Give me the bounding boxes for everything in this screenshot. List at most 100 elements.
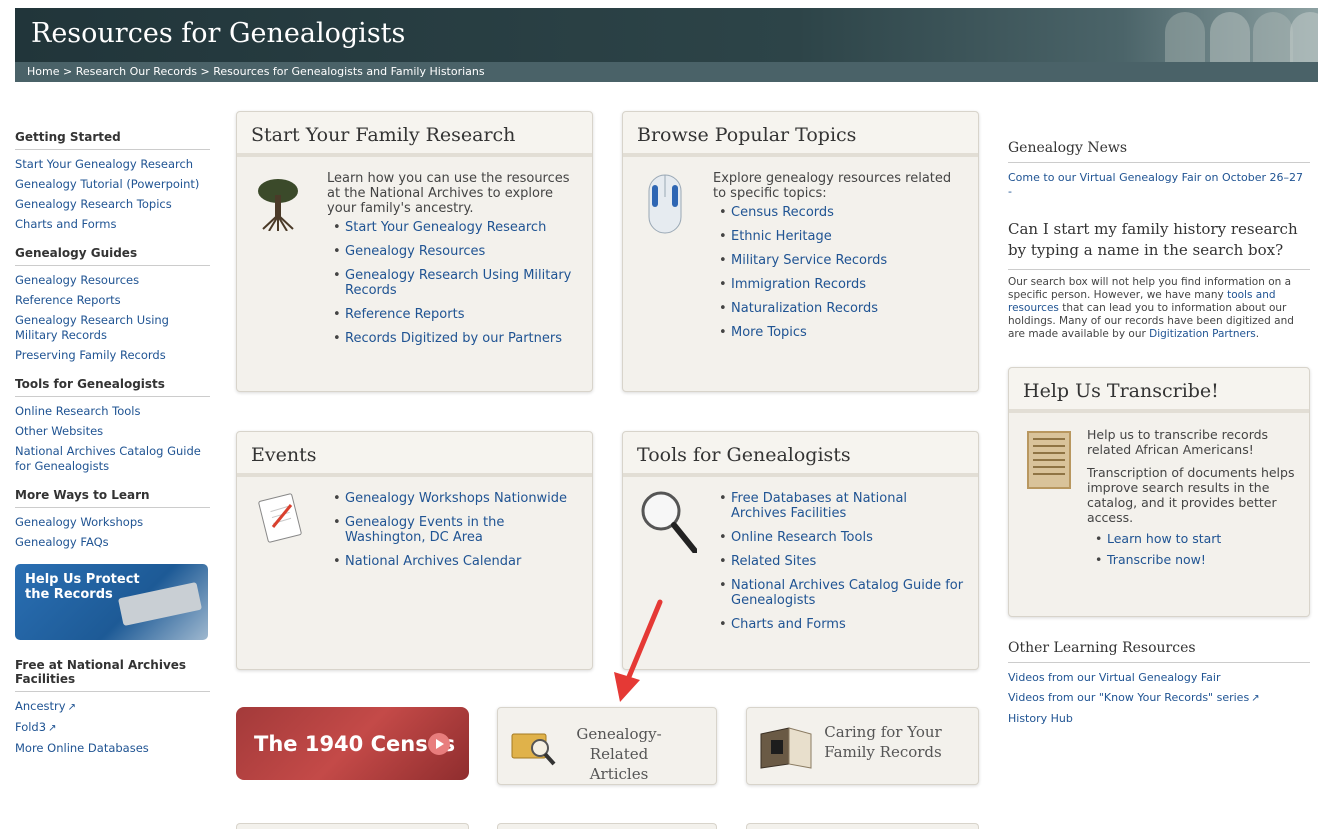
document-icon — [1027, 431, 1071, 489]
nav-link[interactable]: Genealogy Workshops — [15, 515, 210, 530]
box-list: Genealogy Workshops Nationwide Genealogy… — [331, 491, 578, 569]
list-link[interactable]: Charts and Forms — [717, 617, 964, 632]
nav-group-getting-started: Getting Started Start Your Genealogy Res… — [15, 130, 210, 232]
box-body: Explore genealogy resources related to s… — [623, 157, 978, 363]
nav-group-tools: Tools for Genealogists Online Research T… — [15, 377, 210, 474]
box-list: Census Records Ethnic Heritage Military … — [717, 205, 964, 340]
nav-link[interactable]: Reference Reports — [15, 293, 210, 308]
search-answer: Our search box will not help you find in… — [1008, 276, 1310, 341]
nav-link[interactable]: Genealogy Resources — [15, 273, 210, 288]
nav-link-ancestry[interactable]: Ancestry ↗ — [15, 699, 210, 715]
list-link[interactable]: Naturalization Records — [717, 301, 964, 316]
list-link[interactable]: More Topics — [717, 325, 964, 340]
list-link[interactable]: Military Service Records — [717, 253, 964, 268]
breadcrumb-bar: Home > Research Our Records > Resources … — [15, 62, 1318, 82]
list-link[interactable]: Online Research Tools — [717, 530, 964, 545]
magnifier-icon — [641, 491, 697, 553]
list-link[interactable]: Related Sites — [717, 554, 964, 569]
external-link-icon: ↗ — [67, 702, 76, 713]
genealogy-articles-tile[interactable]: Genealogy-Related Articles — [497, 707, 717, 785]
list-link[interactable]: Start Your Genealogy Research — [331, 220, 578, 235]
box-title: Browse Popular Topics — [623, 112, 978, 157]
caring-records-tile[interactable]: Caring for Your Family Records — [746, 707, 979, 785]
book-icon — [760, 727, 812, 769]
protect-records-banner[interactable]: Help Us Protect the Records — [15, 564, 208, 640]
nav-link[interactable]: Charts and Forms — [15, 217, 210, 232]
breadcrumb[interactable]: Home > Research Our Records > Resources … — [27, 65, 485, 78]
search-question: Can I start my family history research b… — [1008, 219, 1310, 270]
next-row-tile-edge — [497, 823, 717, 829]
notepad-icon — [258, 493, 302, 543]
list-link[interactable]: Free Databases at National Archives Faci… — [717, 491, 964, 521]
transcribe-box: Help Us Transcribe! Help us to transcrib… — [1008, 367, 1310, 617]
box-intro: Explore genealogy resources related to s… — [713, 171, 952, 201]
external-link-icon: ↗ — [1251, 693, 1260, 704]
next-row-tile-edge — [746, 823, 979, 829]
tile-label: Genealogy-Related Articles — [576, 725, 662, 783]
nav-group-free-at-archives: Free at National Archives Facilities Anc… — [15, 658, 210, 756]
events-box: Events Genealogy Workshops Nationwide Ge… — [236, 431, 593, 670]
list-link[interactable]: Reference Reports — [331, 307, 578, 322]
nav-link-fold3[interactable]: Fold3 ↗ — [15, 720, 210, 736]
nav-link[interactable]: Start Your Genealogy Research — [15, 157, 210, 172]
news-link[interactable]: Come to our Virtual Genealogy Fair on Oc… — [1008, 171, 1310, 199]
transcribe-text: Help us to transcribe records related Af… — [1087, 427, 1269, 457]
play-icon — [428, 733, 450, 755]
nav-link[interactable]: Other Websites — [15, 424, 210, 439]
transcribe-text: Transcription of documents helps improve… — [1087, 465, 1295, 525]
resource-link-know-your-records[interactable]: Videos from our "Know Your Records" seri… — [1008, 691, 1310, 706]
nav-link[interactable]: Genealogy Research Topics — [15, 197, 210, 212]
list-link[interactable]: Genealogy Resources — [331, 244, 578, 259]
header-banner: Resources for Genealogists Home > Resear… — [15, 8, 1318, 82]
box-intro: Learn how you can use the resources at t… — [327, 171, 570, 216]
list-link[interactable]: Transcribe now! — [1093, 552, 1295, 567]
list-link[interactable]: Immigration Records — [717, 277, 964, 292]
left-nav: Getting Started Start Your Genealogy Res… — [15, 130, 210, 770]
nav-heading: Tools for Genealogists — [15, 377, 210, 397]
list-link[interactable]: Genealogy Events in the Washington, DC A… — [331, 515, 578, 545]
computer-mouse-icon — [648, 174, 682, 234]
other-resources-heading: Other Learning Resources — [1008, 640, 1310, 663]
resource-link-label: Videos from our "Know Your Records" seri… — [1008, 691, 1250, 704]
nav-link[interactable]: National Archives Catalog Guide for Gene… — [15, 444, 210, 474]
nav-heading: Free at National Archives Facilities — [15, 658, 210, 692]
box-title: Help Us Transcribe! — [1009, 368, 1309, 413]
annotation-arrow — [614, 599, 663, 702]
box-title: Events — [237, 432, 592, 477]
nav-heading: More Ways to Learn — [15, 488, 210, 508]
list-link[interactable]: National Archives Calendar — [331, 554, 578, 569]
page-title: Resources for Genealogists — [31, 18, 406, 49]
nav-link[interactable]: More Online Databases — [15, 741, 210, 756]
list-link[interactable]: Records Digitized by our Partners — [331, 331, 578, 346]
list-link[interactable]: Ethnic Heritage — [717, 229, 964, 244]
resource-link[interactable]: Videos from our Virtual Genealogy Fair — [1008, 671, 1310, 685]
box-title: Tools for Genealogists — [623, 432, 978, 477]
box-list: Learn how to start Transcribe now! — [1093, 531, 1295, 567]
protect-banner-label: Help Us Protect the Records — [25, 572, 140, 602]
resource-link[interactable]: History Hub — [1008, 712, 1310, 726]
next-row-tile-edge — [236, 823, 469, 829]
list-link[interactable]: Census Records — [717, 205, 964, 220]
nav-link[interactable]: Genealogy Tutorial (Powerpoint) — [15, 177, 210, 192]
list-link[interactable]: Genealogy Research Using Military Record… — [331, 268, 578, 298]
nav-link[interactable]: Genealogy FAQs — [15, 535, 210, 550]
nav-link[interactable]: Online Research Tools — [15, 404, 210, 419]
box-body: Help us to transcribe records related Af… — [1009, 413, 1309, 590]
box-list: Start Your Genealogy Research Genealogy … — [331, 220, 578, 346]
nav-link[interactable]: Genealogy Research Using Military Record… — [15, 313, 210, 343]
popular-topics-box: Browse Popular Topics Explore genealogy … — [622, 111, 979, 392]
nav-link-label: Ancestry — [15, 699, 66, 713]
census-1940-tile[interactable]: The 1940 Census — [236, 707, 469, 780]
nav-link-label: Fold3 — [15, 720, 47, 734]
list-link[interactable]: Learn how to start — [1093, 531, 1295, 546]
answer-text: . — [1255, 328, 1260, 340]
list-link[interactable]: Genealogy Workshops Nationwide — [331, 491, 578, 506]
box-title: Start Your Family Research — [237, 112, 592, 157]
box-body: Genealogy Workshops Nationwide Genealogy… — [237, 477, 592, 592]
right-column: Genealogy News Come to our Virtual Genea… — [1008, 140, 1310, 341]
nav-link[interactable]: Preserving Family Records — [15, 348, 210, 363]
news-heading: Genealogy News — [1008, 140, 1310, 163]
list-link[interactable]: National Archives Catalog Guide for Gene… — [717, 578, 964, 608]
nav-group-genealogy-guides: Genealogy Guides Genealogy Resources Ref… — [15, 246, 210, 363]
digitization-partners-link[interactable]: Digitization Partners — [1149, 328, 1256, 340]
